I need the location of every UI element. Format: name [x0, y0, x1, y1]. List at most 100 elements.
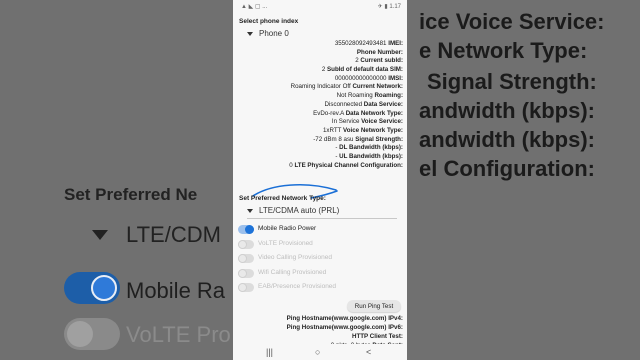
info-row: 1xRTT Voice Network Type: — [237, 127, 403, 136]
toggle-label: EAB/Presence Provisioned — [258, 283, 337, 290]
toggle-switch[interactable] — [238, 268, 254, 278]
ping-label: HTTP Client Test: — [352, 333, 403, 340]
toggle-label: VoLTE Provisioned — [258, 239, 313, 247]
info-row: Phone Number: — [237, 49, 403, 58]
preferred-network-dropdown[interactable]: LTE/CDMA auto (PRL) — [247, 206, 339, 215]
info-row: 2 SubId of default data SIM: — [237, 66, 403, 75]
toggle-label: Wifi Calling Provisioned — [258, 268, 327, 276]
info-value: - — [335, 144, 338, 152]
bg-right-line: andwidth (kbps): — [419, 98, 595, 123]
info-row: 355028092493481 IMEI: — [237, 40, 403, 49]
dropdown-arrow-icon — [247, 31, 253, 36]
toggle-row[interactable]: Video Calling Provisioned — [238, 252, 398, 267]
info-value: 2 — [321, 66, 326, 74]
status-bar: ▲ ◣ ▢ ... ✈ ▮ 1.17 — [233, 0, 407, 14]
toggle-label: Video Calling Provisioned — [258, 254, 332, 261]
bg-toggle-label-1: Mobile Ra — [126, 278, 226, 303]
info-label: IMEI: — [388, 40, 403, 47]
info-label: Signal Strength: — [355, 135, 403, 143]
info-label: Phone Number: — [356, 48, 403, 56]
status-right-icons: ✈ ▮ 1.17 — [377, 4, 401, 10]
toggle-switch[interactable] — [238, 254, 254, 263]
info-label: SubId of default data SIM: — [327, 66, 403, 74]
dropdown-underline — [247, 218, 397, 219]
select-phone-title: Select phone index — [239, 18, 299, 25]
home-button[interactable]: ○ — [315, 347, 320, 357]
toggle-row[interactable]: Mobile Radio Power — [238, 223, 398, 238]
bg-select: LTE/CDM — [126, 222, 221, 247]
info-row: - DL Bandwidth (kbps): — [237, 144, 403, 153]
info-label: IMSI: — [388, 74, 403, 82]
info-value: 2 — [355, 57, 359, 65]
info-value: -72 dBm 8 asu — [313, 135, 354, 143]
bg-right-line: andwidth (kbps): — [419, 127, 595, 152]
toggle-label: Mobile Radio Power — [258, 225, 317, 232]
background-zoom-left: Set Preferred Ne LTE/CDM Mobile Ra VoLTE… — [0, 0, 233, 360]
info-row: Roaming Indicator Off Current Network: — [237, 83, 403, 92]
toggle-row[interactable]: VoLTE Provisioned — [238, 238, 398, 253]
info-row: EvDo-rev.A Data Network Type: — [237, 110, 403, 119]
toggle-switch[interactable] — [238, 239, 254, 249]
info-label: Voice Service: — [361, 118, 403, 126]
info-value: 1xRTT — [322, 126, 342, 134]
info-value: 000000000000000 — [334, 74, 387, 82]
info-row: 0 LTE Physical Channel Configuration: — [237, 162, 403, 171]
toggle-row[interactable]: Wifi Calling Provisioned — [238, 267, 398, 282]
info-list: 355028092493481 IMEI: Phone Number: 2 Cur… — [237, 40, 403, 170]
info-value: 0 — [289, 161, 293, 169]
bg-right-line: ice Voice Service: — [419, 9, 605, 34]
toggle-switch[interactable] — [238, 283, 254, 292]
toggle-list: Mobile Radio Power VoLTE Provisioned Video… — [238, 223, 398, 296]
info-row: Not Roaming Roaming: — [237, 92, 403, 101]
run-ping-test-button[interactable]: Run Ping Test — [347, 300, 401, 312]
bg-caret-icon — [92, 230, 108, 240]
info-value: 355028092493481 — [334, 40, 387, 47]
info-value: In Service — [331, 118, 360, 126]
bg-toggle-off — [64, 318, 120, 350]
info-value: Roaming Indicator Off — [290, 83, 351, 91]
info-label: UL Bandwidth (kbps): — [339, 152, 403, 160]
info-label: Data Network Type: — [345, 109, 403, 117]
info-value: Disconnected — [324, 100, 363, 108]
info-row: - UL Bandwidth (kbps): — [237, 153, 403, 162]
status-left-icons: ▲ ◣ ▢ ... — [241, 4, 268, 10]
ping-row: Ping Hostname(www.google.com) IPv4: — [237, 314, 403, 323]
bg-heading: Set Preferred Ne — [64, 185, 198, 204]
info-row: -72 dBm 8 asu Signal Strength: — [237, 136, 403, 145]
back-button[interactable]: < — [366, 347, 371, 357]
bg-right-line: el Configuration: — [419, 156, 595, 181]
info-value: Not Roaming — [336, 92, 373, 100]
info-row: 000000000000000 IMSI: — [237, 75, 403, 84]
bg-right-line: Signal Strength: — [427, 69, 597, 94]
info-label: Current subId: — [360, 57, 403, 65]
info-row: In Service Voice Service: — [237, 118, 403, 127]
ping-row: Ping Hostname(www.google.com) IPv6: — [237, 323, 403, 332]
info-row: Disconnected Data Service: — [237, 101, 403, 110]
phone-screen: ▲ ◣ ▢ ... ✈ ▮ 1.17 Select phone index Ph… — [233, 0, 407, 360]
info-label: Voice Network Type: — [343, 126, 403, 134]
bg-toggle-on — [64, 272, 120, 304]
info-value: EvDo-rev.A — [313, 109, 344, 117]
info-label: DL Bandwidth (kbps): — [339, 144, 403, 152]
background-zoom-right: ice Voice Service: e Network Type: Signa… — [407, 0, 640, 360]
ping-row: HTTP Client Test: — [237, 332, 403, 341]
preferred-network-label: Set Preferred Network Type: — [239, 195, 326, 202]
info-label: Current Network: — [352, 83, 403, 91]
info-value: - — [335, 152, 338, 160]
info-label: Roaming: — [374, 92, 403, 100]
ping-label: Ping Hostname(www.google.com) IPv4: — [286, 315, 403, 322]
info-label: Data Service: — [363, 100, 403, 108]
phone-index-value: Phone 0 — [259, 29, 289, 38]
toggle-row[interactable]: EAB/Presence Provisioned — [238, 281, 398, 296]
info-row: 2 Current subId: — [237, 57, 403, 66]
ping-label: Ping Hostname(www.google.com) IPv6: — [286, 324, 403, 331]
toggle-switch[interactable] — [238, 225, 254, 234]
info-label: LTE Physical Channel Configuration: — [294, 161, 403, 169]
phone-index-dropdown[interactable]: Phone 0 — [247, 29, 289, 38]
preferred-network-value: LTE/CDMA auto (PRL) — [259, 206, 340, 215]
bg-toggle-label-2: VoLTE Pro — [126, 322, 231, 347]
recents-button[interactable]: ||| — [266, 347, 273, 357]
bg-right-line: e Network Type: — [419, 38, 588, 63]
dropdown-arrow-icon — [247, 208, 253, 213]
nav-bar: ||| ○ < — [233, 344, 407, 360]
